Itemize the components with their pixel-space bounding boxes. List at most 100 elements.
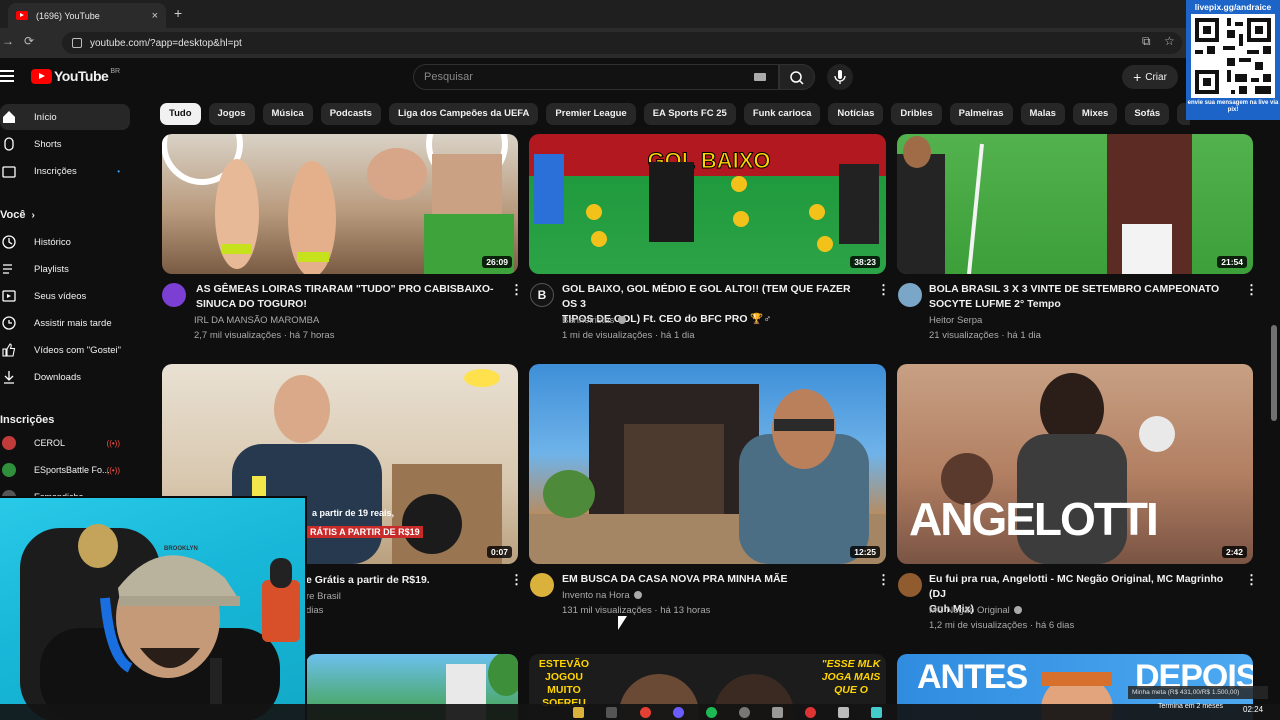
more-actions-icon[interactable]: ⋮ [877,572,890,588]
filter-chip[interactable]: Palmeiras [949,103,1013,125]
app-icon[interactable] [673,707,684,718]
create-button[interactable]: + Criar [1122,65,1178,89]
sidebar-item-shorts[interactable]: Shorts [0,131,130,157]
youtube-logo[interactable]: YouTube BR [31,68,120,84]
app-icon[interactable] [871,707,882,718]
sidebar-sub-esportsbattle[interactable]: ESportsBattle Fo... ((•)) [0,460,130,480]
more-actions-icon[interactable]: ⋮ [877,282,890,298]
sidebar-item-history[interactable]: Histórico [0,229,130,255]
search-placeholder: Pesquisar [424,71,473,83]
channel-name-text: Invento na Hora [562,590,630,601]
subscriptions-icon [2,166,16,178]
duration-badge: 12:25 [850,546,880,558]
logo-country: BR [110,67,121,75]
video-thumbnail[interactable]: ANGELOTTI 2:42 [897,364,1253,564]
install-app-icon[interactable]: ⧉ [1142,34,1151,49]
browser-toolbar: → ⟳ youtube.com/?app=desktop&hl=pt ⧉ ☆ [0,28,1280,58]
chrome-icon[interactable] [640,707,651,718]
video-meta: 1 mi de visualizações · há 1 dia [562,330,695,341]
reload-icon[interactable]: ⟳ [24,34,34,48]
sidebar-item-watch-later[interactable]: Assistir mais tarde [0,310,130,336]
sidebar-item-subscriptions[interactable]: Inscrições • [0,158,130,184]
history-icon [2,235,16,249]
filter-chip[interactable]: Mixes [1072,103,1118,125]
app-icon[interactable] [838,707,849,718]
address-bar[interactable]: youtube.com/?app=desktop&hl=pt [62,32,1182,54]
more-actions-icon[interactable]: ⋮ [1245,282,1258,298]
calculator-icon[interactable] [772,707,783,718]
donation-goal-bar: Minha meta (R$ 431,00/R$ 1.500,00) [1128,686,1268,699]
more-actions-icon[interactable]: ⋮ [1245,572,1258,588]
filter-chip[interactable]: Premier League [546,103,636,125]
video-thumbnail[interactable]: 12:25 [529,364,886,564]
more-actions-icon[interactable]: ⋮ [510,572,523,588]
site-info-icon[interactable] [72,38,82,48]
search-button[interactable] [779,64,815,90]
forward-icon[interactable]: → [2,34,14,48]
browser-tab-strip: (1696) YouTube × + [0,0,1280,28]
tab-close-icon[interactable]: × [152,10,158,22]
app-icon[interactable] [606,707,617,718]
mouse-cursor-icon [618,616,627,630]
video-title[interactable]: e Grátis a partir de R$19. [306,573,506,588]
video-thumbnail[interactable]: 21:54 [897,134,1253,274]
channel-name[interactable]: Invento na Hora [562,590,642,601]
more-actions-icon[interactable]: ⋮ [510,282,523,298]
sidebar-item-your-videos[interactable]: Seus vídeos [0,283,130,309]
channel-avatar[interactable] [530,573,554,597]
filter-chip[interactable]: Funk carioca [743,103,821,125]
sidebar-item-liked-videos[interactable]: Vídeos com "Gostei" [0,337,130,363]
youtube-header: YouTube BR Pesquisar + Criar [0,58,1280,98]
channel-avatar[interactable] [162,283,186,307]
video-thumbnail[interactable]: GOL BAIXO 38:23 [529,134,886,274]
browser-tab[interactable]: (1696) YouTube × [8,3,166,28]
filter-chip[interactable]: Podcasts [320,103,381,125]
keyboard-icon[interactable] [754,73,766,81]
tab-title: (1696) YouTube [36,10,100,21]
file-explorer-icon[interactable] [573,707,584,718]
filter-chip[interactable]: Liga dos Campeões da UEFA [388,103,539,125]
search-input[interactable]: Pesquisar [413,64,779,90]
scrollbar-thumb[interactable] [1271,325,1277,421]
filter-chip[interactable]: Dribles [891,103,942,125]
channel-avatar[interactable] [898,283,922,307]
voice-search-button[interactable] [827,64,853,90]
you-section-heading[interactable]: Você › [0,209,35,221]
filter-chip[interactable]: Notícias [828,103,884,125]
sidebar-item-home[interactable]: Início [0,104,130,130]
url-text: youtube.com/?app=desktop&hl=pt [90,37,242,49]
duration-badge: 21:54 [1217,256,1247,268]
new-content-dot: • [117,166,120,176]
channel-avatar[interactable]: B [530,283,554,307]
bookmark-star-icon[interactable]: ☆ [1164,34,1175,48]
filter-chip[interactable]: Sofás [1125,103,1170,125]
obs-icon[interactable] [739,707,750,718]
video-title[interactable]: BOLA BRASIL 3 X 3 VINTE DE SETEMBRO CAMP… [929,282,1239,312]
filter-chip[interactable]: Tudo [160,103,201,125]
channel-name[interactable]: Heitor Serpa [929,315,982,326]
video-thumbnail[interactable]: 26:09 [162,134,518,274]
channel-name-text: MC Negão Original [929,605,1010,616]
video-title[interactable]: EM BUSCA DA CASA NOVA PRA MINHA MÃE [562,572,867,587]
sidebar-sub-cerol[interactable]: CEROL ((•)) [0,433,130,453]
channel-name[interactable]: re Brasil [306,591,341,602]
filter-chip[interactable]: EA Sports FC 25 [643,103,736,125]
channel-name[interactable]: MC Negão Original [929,605,1022,616]
channel-name[interactable]: Banheiristas [562,315,627,326]
filter-chip[interactable]: Música [262,103,313,125]
spotify-icon[interactable] [706,707,717,718]
channel-avatar[interactable] [898,573,922,597]
new-tab-button[interactable]: + [174,5,182,21]
video-title[interactable]: AS GÊMEAS LOIRAS TIRARAM "TUDO" PRO CABI… [196,282,496,312]
sidebar-item-downloads[interactable]: Downloads [0,364,130,390]
verified-icon [618,316,627,325]
filter-chip[interactable]: Jogos [208,103,255,125]
filter-chip[interactable]: Malas [1020,103,1065,125]
app-icon[interactable] [805,707,816,718]
thumb-text: "ESSE MLK JOGA MAIS QUE O [821,658,881,696]
sidebar-item-playlists[interactable]: Playlists [0,256,130,282]
cap-brand-text: BROOKLYN [164,546,198,552]
plus-icon: + [1133,69,1142,85]
channel-name[interactable]: IRL DA MANSÃO MAROMBA [194,315,319,326]
menu-icon[interactable] [0,70,14,82]
